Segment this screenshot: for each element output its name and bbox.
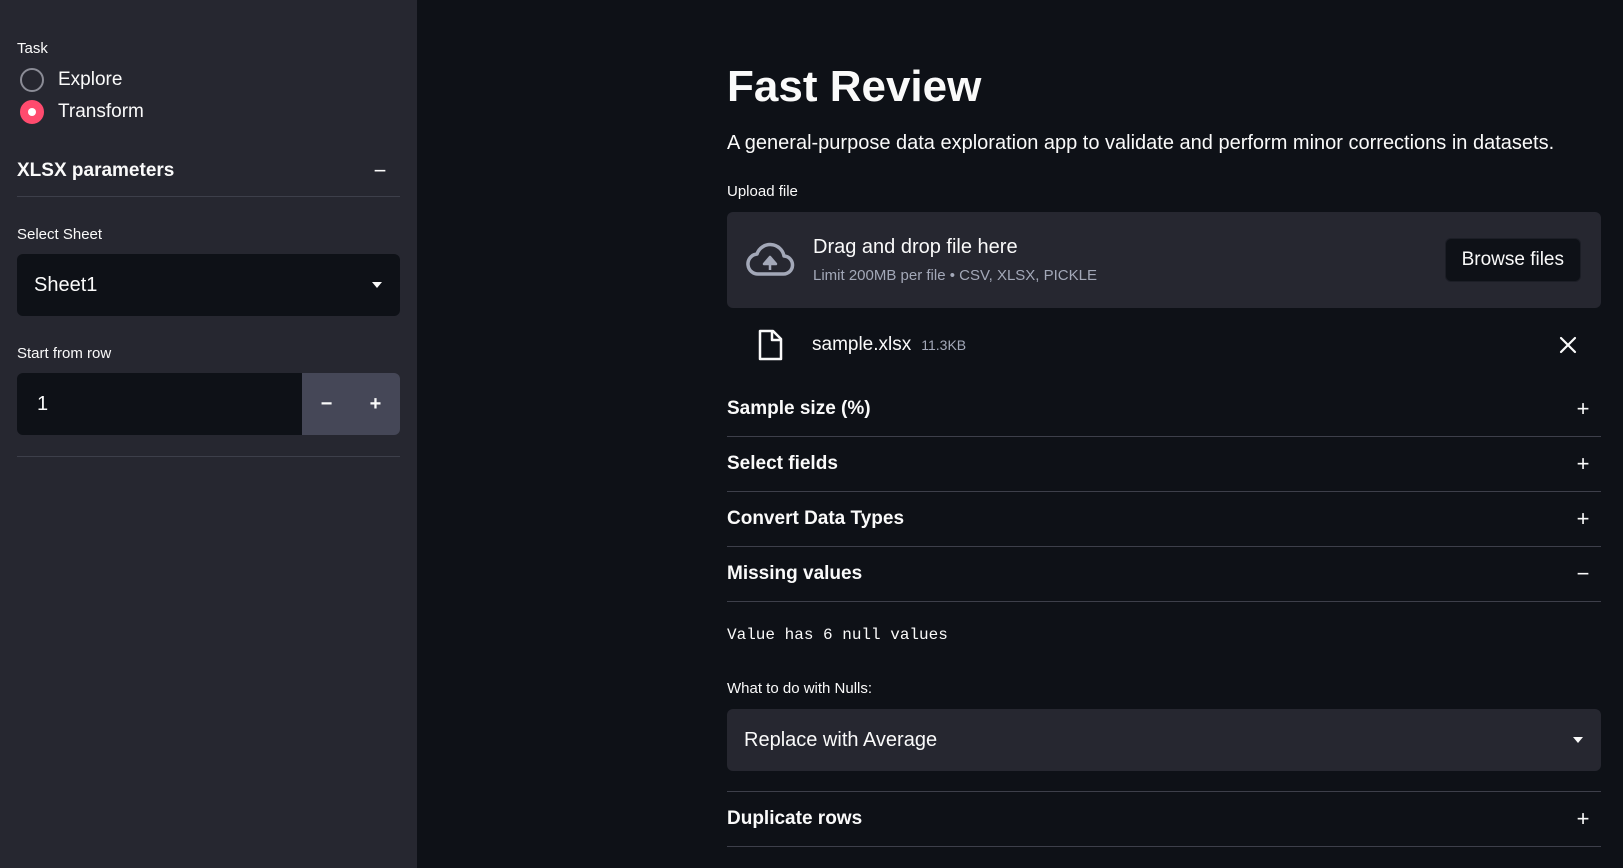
expand-icon[interactable]: + <box>1573 396 1593 422</box>
task-label: Task <box>17 40 48 57</box>
collapse-icon[interactable]: − <box>370 158 390 184</box>
decrement-button[interactable]: − <box>302 373 351 435</box>
xlsx-parameters-expander[interactable]: XLSX parameters − <box>17 157 400 185</box>
start-row-label: Start from row <box>17 345 112 362</box>
sidebar: Task Explore Transform XLSX parameters −… <box>0 0 417 868</box>
expander-title: Select fields <box>727 453 838 474</box>
expand-icon[interactable]: + <box>1573 451 1593 477</box>
expander-title: Duplicate rows <box>727 808 863 829</box>
radio-explore[interactable]: Explore <box>17 68 400 92</box>
expander-title: Convert Data Types <box>727 508 905 529</box>
divider <box>17 196 400 197</box>
divider <box>17 456 400 457</box>
select-sheet-value: Sheet1 <box>34 273 98 296</box>
file-name: sample.xlsx <box>812 334 912 355</box>
uploaded-file: sample.xlsx 11.3KB <box>727 308 1601 382</box>
drag-drop-text: Drag and drop file here <box>813 236 1018 258</box>
expand-icon[interactable]: + <box>1573 806 1593 832</box>
sample-size-expander[interactable]: Sample size (%) + <box>727 382 1601 436</box>
close-icon[interactable] <box>1557 334 1579 356</box>
file-dropzone[interactable]: Drag and drop file here Limit 200MB per … <box>727 212 1601 308</box>
main-content: Fast Review A general-purpose data explo… <box>727 0 1601 847</box>
caret-down-icon <box>1573 737 1583 743</box>
start-row-stepper: − + <box>17 373 400 435</box>
nulls-action-value: Replace with Average <box>744 728 938 751</box>
divider <box>727 846 1601 847</box>
select-sheet-label: Select Sheet <box>17 226 103 243</box>
expander-title: Missing values <box>727 563 863 584</box>
collapse-icon[interactable]: − <box>1573 561 1593 587</box>
page-subtitle: A general-purpose data exploration app t… <box>727 132 1555 154</box>
select-sheet-dropdown[interactable]: Sheet1 <box>17 254 400 316</box>
missing-values-expander[interactable]: Missing values − <box>727 547 1601 601</box>
radio-transform[interactable]: Transform <box>17 100 400 124</box>
expander-title: XLSX parameters <box>17 160 175 181</box>
caret-down-icon <box>372 282 382 288</box>
nulls-action-label: What to do with Nulls: <box>727 680 873 697</box>
duplicate-rows-expander[interactable]: Duplicate rows + <box>727 792 1601 846</box>
null-count-text: Value has 6 null values <box>727 626 948 644</box>
increment-button[interactable]: + <box>351 373 400 435</box>
nulls-action-dropdown[interactable]: Replace with Average <box>727 709 1601 771</box>
radio-label: Transform <box>58 101 144 122</box>
page-title: Fast Review <box>727 62 982 111</box>
radio-label: Explore <box>58 69 123 90</box>
divider <box>727 601 1601 602</box>
file-icon <box>758 329 783 361</box>
select-fields-expander[interactable]: Select fields + <box>727 437 1601 491</box>
browse-files-button[interactable]: Browse files <box>1444 238 1581 282</box>
convert-data-types-expander[interactable]: Convert Data Types + <box>727 492 1601 546</box>
radio-checked-icon[interactable] <box>20 100 44 124</box>
expander-title: Sample size (%) <box>727 398 871 419</box>
expand-icon[interactable]: + <box>1573 506 1593 532</box>
upload-label: Upload file <box>727 183 798 200</box>
radio-circle-icon[interactable] <box>20 68 44 92</box>
dropzone-text: Drag and drop file here Limit 200MB per … <box>813 236 1445 284</box>
cloud-upload-icon <box>746 242 795 276</box>
start-row-input[interactable] <box>17 373 302 435</box>
file-size: 11.3KB <box>921 337 967 353</box>
upload-limit-text: Limit 200MB per file • CSV, XLSX, PICKLE <box>813 267 1097 284</box>
